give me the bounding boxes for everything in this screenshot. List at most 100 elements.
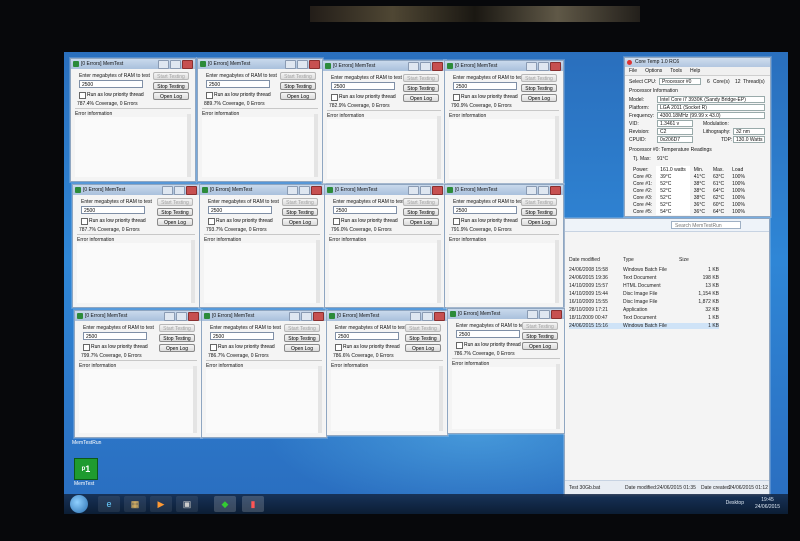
error-scrollbar[interactable]: [318, 366, 322, 433]
maximize-button[interactable]: [420, 186, 431, 195]
open-log-button[interactable]: Open Log: [153, 92, 189, 100]
close-button[interactable]: [434, 312, 445, 321]
file-row[interactable]: 14/10/2009 15:44 Disc Image File 1,154 KB: [569, 291, 719, 297]
close-button[interactable]: [432, 62, 443, 71]
file-row[interactable]: 14/10/2009 15:57 HTML Document 13 KB: [569, 283, 719, 289]
error-scrollbar[interactable]: [437, 240, 441, 303]
memtest-titlebar[interactable]: [0 Errors] MemTest: [198, 59, 322, 69]
memtest-titlebar[interactable]: [0 Errors] MemTest: [445, 185, 563, 195]
close-button[interactable]: [550, 186, 561, 195]
minimize-button[interactable]: [287, 186, 298, 195]
stop-testing-button[interactable]: Stop Testing: [522, 332, 558, 340]
column-date[interactable]: Date modified: [569, 257, 623, 263]
memtest-titlebar[interactable]: [0 Errors] MemTest: [73, 185, 199, 195]
close-button[interactable]: [432, 186, 443, 195]
open-log-button[interactable]: Open Log: [405, 344, 441, 352]
ram-megabytes-input[interactable]: 2500: [333, 206, 397, 214]
minimize-button[interactable]: [289, 312, 300, 321]
open-log-button[interactable]: Open Log: [521, 94, 557, 102]
open-log-button[interactable]: Open Log: [521, 218, 557, 226]
close-button[interactable]: [188, 312, 199, 321]
error-scrollbar[interactable]: [555, 116, 559, 179]
maximize-button[interactable]: [297, 60, 308, 69]
maximize-button[interactable]: [538, 62, 549, 71]
low-priority-checkbox[interactable]: [206, 92, 213, 99]
ram-megabytes-input[interactable]: 2500: [456, 330, 520, 338]
maximize-button[interactable]: [538, 186, 549, 195]
error-scrollbar[interactable]: [193, 366, 197, 433]
memtest-titlebar[interactable]: [0 Errors] MemTest: [445, 61, 563, 71]
open-log-button[interactable]: Open Log: [403, 94, 439, 102]
minimize-button[interactable]: [162, 186, 173, 195]
open-log-button[interactable]: Open Log: [157, 218, 193, 226]
file-row[interactable]: 24/06/2008 15:58 Windows Batch File 1 KB: [569, 267, 719, 273]
low-priority-checkbox[interactable]: [83, 344, 90, 351]
file-row-selected[interactable]: 24/06/2015 15:16 Windows Batch File 1 KB: [569, 323, 719, 329]
maximize-button[interactable]: [301, 312, 312, 321]
stop-testing-button[interactable]: Stop Testing: [403, 208, 439, 216]
memtest-taskbar-icon[interactable]: ◆: [214, 496, 236, 512]
low-priority-checkbox[interactable]: [210, 344, 217, 351]
maximize-button[interactable]: [420, 62, 431, 71]
close-button[interactable]: [182, 60, 193, 69]
maximize-button[interactable]: [539, 310, 550, 319]
start-testing-button[interactable]: Start Testing: [284, 324, 320, 332]
minimize-button[interactable]: [527, 310, 538, 319]
processor-select[interactable]: Processor #0: [659, 78, 701, 85]
open-log-button[interactable]: Open Log: [282, 218, 318, 226]
low-priority-checkbox[interactable]: [453, 94, 460, 101]
memtest-titlebar[interactable]: [0 Errors] MemTest: [448, 309, 564, 319]
start-testing-button[interactable]: Start Testing: [159, 324, 195, 332]
error-scrollbar[interactable]: [314, 114, 318, 177]
error-scrollbar[interactable]: [191, 240, 195, 303]
start-testing-button[interactable]: Start Testing: [403, 198, 439, 206]
memtest-titlebar[interactable]: [0 Errors] MemTest: [75, 311, 201, 321]
column-size[interactable]: Size: [679, 257, 719, 263]
stop-testing-button[interactable]: Stop Testing: [284, 334, 320, 342]
error-scrollbar[interactable]: [437, 116, 441, 179]
memtest-titlebar[interactable]: [0 Errors] MemTest: [325, 185, 445, 195]
maximize-button[interactable]: [170, 60, 181, 69]
open-log-button[interactable]: Open Log: [280, 92, 316, 100]
minimize-button[interactable]: [164, 312, 175, 321]
close-button[interactable]: [309, 60, 320, 69]
minimize-button[interactable]: [410, 312, 421, 321]
start-testing-button[interactable]: Start Testing: [282, 198, 318, 206]
open-log-button[interactable]: Open Log: [522, 342, 558, 350]
memtest-titlebar[interactable]: [0 Errors] MemTest: [327, 311, 447, 321]
ram-megabytes-input[interactable]: 2500: [79, 80, 143, 88]
cmd-taskbar-icon[interactable]: ▣: [176, 496, 198, 512]
menu-file[interactable]: File: [629, 67, 637, 75]
stop-testing-button[interactable]: Stop Testing: [521, 84, 557, 92]
minimize-button[interactable]: [526, 186, 537, 195]
stop-testing-button[interactable]: Stop Testing: [521, 208, 557, 216]
memtest-titlebar[interactable]: [0 Errors] MemTest: [323, 61, 445, 71]
start-testing-button[interactable]: Start Testing: [157, 198, 193, 206]
close-button[interactable]: [186, 186, 197, 195]
file-row[interactable]: 28/10/2009 17:21 Application 32 KB: [569, 307, 719, 313]
low-priority-checkbox[interactable]: [333, 218, 340, 225]
memtest-titlebar[interactable]: [0 Errors] MemTest: [71, 59, 195, 69]
start-testing-button[interactable]: Start Testing: [521, 198, 557, 206]
maximize-button[interactable]: [299, 186, 310, 195]
low-priority-checkbox[interactable]: [208, 218, 215, 225]
ram-megabytes-input[interactable]: 2500: [210, 332, 274, 340]
minimize-button[interactable]: [285, 60, 296, 69]
start-testing-button[interactable]: Start Testing: [280, 72, 316, 80]
stop-testing-button[interactable]: Stop Testing: [159, 334, 195, 342]
low-priority-checkbox[interactable]: [453, 218, 460, 225]
minimize-button[interactable]: [158, 60, 169, 69]
stop-testing-button[interactable]: Stop Testing: [153, 82, 189, 90]
maximize-button[interactable]: [174, 186, 185, 195]
ie-taskbar-icon[interactable]: e: [98, 496, 120, 512]
close-button[interactable]: [550, 62, 561, 71]
start-testing-button[interactable]: Start Testing: [522, 322, 558, 330]
start-button[interactable]: [70, 495, 88, 513]
close-button[interactable]: [311, 186, 322, 195]
stop-testing-button[interactable]: Stop Testing: [280, 82, 316, 90]
taskbar-clock[interactable]: 19:45 24/06/2015: [755, 497, 780, 511]
maximize-button[interactable]: [176, 312, 187, 321]
minimize-button[interactable]: [408, 186, 419, 195]
ram-megabytes-input[interactable]: 2500: [83, 332, 147, 340]
low-priority-checkbox[interactable]: [331, 94, 338, 101]
